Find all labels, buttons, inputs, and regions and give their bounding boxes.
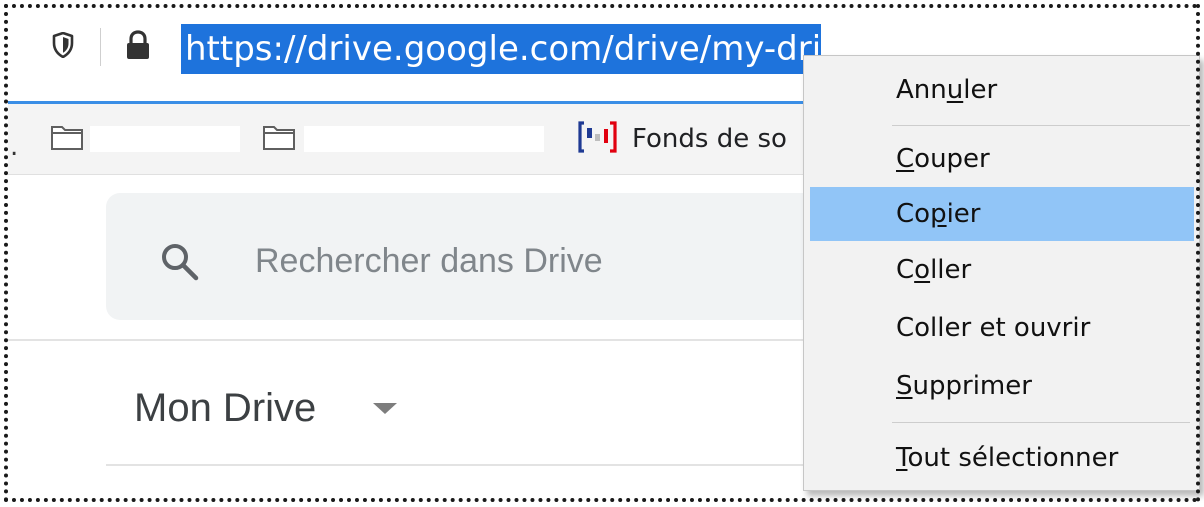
menu-item-label: ller	[930, 255, 972, 285]
menu-item-label: Co	[896, 199, 931, 229]
urlbar-separator	[100, 28, 101, 66]
menu-separator	[892, 422, 1190, 423]
menu-item-label: out sélectionner	[907, 443, 1119, 473]
menu-item-accel: S	[896, 371, 913, 401]
menu-item-label: ouper	[914, 144, 990, 174]
bookmark-redacted-2[interactable]	[304, 126, 544, 152]
search-input[interactable]: Rechercher dans Drive	[255, 237, 603, 285]
bookmark-redacted-1[interactable]	[90, 126, 240, 152]
menu-item-label: Ann	[896, 75, 947, 105]
bookmark-overflow-mark: .	[10, 132, 19, 162]
menu-item-coller[interactable]: Coller	[810, 243, 1194, 297]
menu-item-label: Coller et ouvrir	[896, 313, 1091, 343]
shield-icon[interactable]	[52, 32, 74, 58]
folder-icon[interactable]	[50, 123, 84, 151]
menu-separator	[892, 125, 1190, 126]
caret-down-icon[interactable]	[373, 403, 397, 414]
lock-icon[interactable]	[124, 30, 152, 60]
context-menu: Annuler Couper Copier Coller Coller et o…	[803, 55, 1200, 491]
menu-item-copier[interactable]: Copier	[810, 187, 1194, 241]
header-divider	[8, 339, 808, 341]
menu-item-coller-et-ouvrir[interactable]: Coller et ouvrir	[810, 301, 1194, 355]
page-title[interactable]: Mon Drive	[134, 380, 316, 436]
menu-item-annuler[interactable]: Annuler	[810, 63, 1194, 117]
menu-item-label: upprimer	[912, 371, 1032, 401]
menu-item-supprimer[interactable]: Supprimer	[810, 359, 1194, 413]
menu-item-accel: C	[896, 144, 915, 174]
menu-item-label: C	[896, 255, 915, 285]
menu-item-accel: o	[914, 255, 931, 285]
title-divider	[106, 464, 808, 466]
search-icon[interactable]	[158, 240, 202, 284]
menu-item-accel: p	[930, 199, 947, 229]
menu-item-accel: T	[896, 443, 908, 473]
menu-item-label: ler	[963, 75, 998, 105]
folder-icon[interactable]	[262, 123, 296, 151]
menu-item-tout-selectionner[interactable]: Tout sélectionner	[810, 431, 1194, 485]
bookmark-label[interactable]: Fonds de so	[632, 120, 787, 158]
menu-item-accel: u	[946, 75, 964, 105]
menu-item-couper[interactable]: Couper	[810, 132, 1194, 186]
url-input[interactable]: https://drive.google.com/drive/my-drive	[181, 24, 821, 74]
menu-item-label: ier	[946, 199, 981, 229]
bookmark-favicon[interactable]	[578, 120, 620, 154]
